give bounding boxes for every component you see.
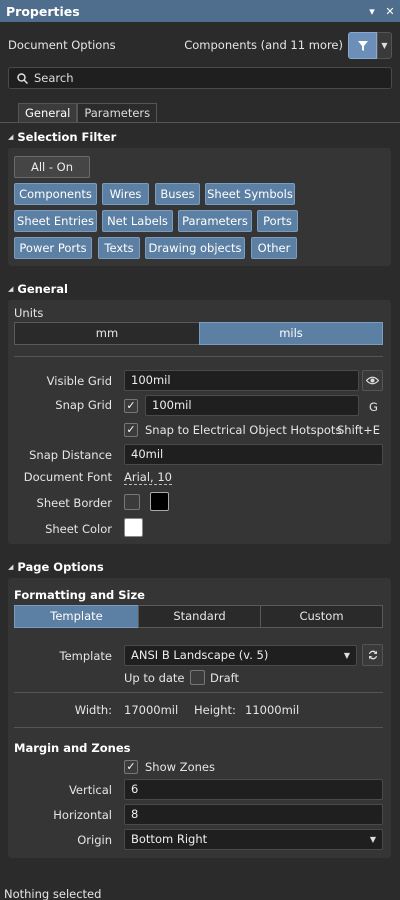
filter-chip-drawing-objects[interactable]: Drawing objects (145, 237, 245, 259)
units-label: Units (14, 306, 44, 320)
filter-dropdown-button[interactable]: ▼ (377, 32, 392, 59)
width-value: 17000mil (124, 703, 179, 717)
vertical-field[interactable]: 6 (124, 779, 383, 800)
tab-divider (0, 122, 400, 123)
eye-icon (366, 376, 379, 385)
selection-filter-title: Selection Filter (17, 130, 117, 144)
filter-chip-sheet-symbols[interactable]: Sheet Symbols (205, 183, 295, 205)
template-dropdown-value: ANSI B Landscape (v. 5) (131, 648, 269, 662)
template-label: Template (59, 649, 112, 663)
filter-chip-texts[interactable]: Texts (98, 237, 140, 259)
snap-grid-shortcut: G (369, 400, 378, 414)
snap-hotspots-checkbox[interactable]: ✓ (124, 423, 138, 437)
origin-dropdown-value: Bottom Right (131, 832, 208, 846)
checkmark-icon: ✓ (126, 760, 136, 773)
vertical-label: Vertical (68, 783, 112, 797)
height-label: Height: (194, 703, 236, 717)
selection-filter-header[interactable]: ◢ Selection Filter (8, 130, 116, 144)
collapse-triangle-icon: ◢ (8, 285, 14, 293)
search-icon (17, 72, 28, 84)
filter-chip-buses[interactable]: Buses (155, 183, 200, 205)
tab-general[interactable]: General (18, 103, 78, 122)
horizontal-label: Horizontal (53, 808, 112, 822)
panel-title: Properties (6, 3, 80, 19)
mode-standard-button[interactable]: Standard (138, 605, 261, 628)
filter-chip-other[interactable]: Other (251, 237, 297, 259)
sheet-color-label: Sheet Color (45, 522, 112, 536)
width-label: Width: (74, 703, 112, 717)
up-to-date-text: Up to date (124, 671, 185, 685)
units-mils-button[interactable]: mils (199, 322, 383, 345)
status-text: Nothing selected (4, 887, 102, 900)
snap-grid-field[interactable]: 100mil (145, 395, 359, 416)
sheet-border-color-swatch[interactable] (150, 492, 169, 511)
refresh-template-button[interactable] (362, 644, 383, 666)
snap-grid-checkbox[interactable]: ✓ (124, 399, 138, 413)
collapse-triangle-icon: ◢ (8, 563, 14, 571)
horizontal-field[interactable]: 8 (124, 804, 383, 825)
tab-parameters[interactable]: Parameters (77, 103, 158, 122)
origin-dropdown[interactable]: Bottom Right ▼ (124, 829, 383, 850)
filter-chip-sheet-entries[interactable]: Sheet Entries (14, 210, 97, 232)
visible-grid-label: Visible Grid (46, 374, 112, 388)
page-options-title: Page Options (17, 560, 104, 574)
snap-distance-field[interactable]: 40mil (124, 444, 383, 465)
components-filter-label: Components (and 11 more) (184, 38, 343, 52)
panel-titlebar: Properties ▾ ✕ (0, 0, 400, 22)
filter-chip-wires[interactable]: Wires (102, 183, 149, 205)
filter-icon (357, 40, 368, 51)
filter-button[interactable] (348, 32, 377, 59)
general-section-header[interactable]: ◢ General (8, 282, 68, 296)
document-font-label: Document Font (23, 470, 112, 484)
template-dropdown[interactable]: ANSI B Landscape (v. 5) ▼ (124, 645, 357, 666)
search-input[interactable] (34, 71, 374, 85)
height-value: 11000mil (245, 703, 300, 717)
tab-bar: General Parameters (18, 103, 158, 122)
snap-hotspots-shortcut: Shift+E (337, 423, 381, 437)
formatting-size-heading: Formatting and Size (14, 588, 145, 602)
snap-distance-label: Snap Distance (29, 448, 112, 462)
collapse-triangle-icon: ◢ (8, 133, 14, 141)
all-on-button[interactable]: All - On (14, 156, 90, 178)
draft-label: Draft (210, 671, 239, 685)
filter-chip-power-ports[interactable]: Power Ports (14, 237, 92, 259)
search-box[interactable] (8, 67, 392, 89)
pin-icon[interactable]: ▾ (364, 5, 380, 18)
chevron-down-icon: ▼ (343, 651, 350, 660)
sheet-color-swatch[interactable] (124, 518, 143, 537)
document-font-link[interactable]: Arial, 10 (124, 470, 172, 485)
page-options-header[interactable]: ◢ Page Options (8, 560, 104, 574)
sheet-border-checkbox[interactable] (124, 494, 140, 510)
snap-grid-label: Snap Grid (55, 398, 112, 412)
filter-chip-components[interactable]: Components (14, 183, 97, 205)
mode-custom-button[interactable]: Custom (260, 605, 383, 628)
visibility-toggle-button[interactable] (362, 370, 383, 391)
show-zones-label: Show Zones (145, 760, 215, 774)
section-divider (14, 692, 383, 693)
snap-hotspots-label: Snap to Electrical Object Hotspots (145, 423, 342, 437)
general-section-title: General (17, 282, 68, 296)
checkmark-icon: ✓ (126, 423, 136, 436)
draft-checkbox[interactable] (190, 670, 205, 685)
refresh-icon (368, 650, 377, 660)
units-mm-button[interactable]: mm (14, 322, 200, 345)
visible-grid-field[interactable]: 100mil (124, 370, 359, 391)
filter-chip-net-labels[interactable]: Net Labels (102, 210, 173, 232)
chevron-down-icon: ▼ (369, 835, 376, 844)
show-zones-checkbox[interactable]: ✓ (124, 760, 138, 774)
close-icon[interactable]: ✕ (382, 5, 398, 18)
margin-zones-heading: Margin and Zones (14, 741, 131, 755)
origin-label: Origin (77, 833, 112, 847)
section-divider (14, 727, 383, 728)
chevron-down-icon: ▼ (381, 41, 388, 50)
section-divider (14, 356, 383, 357)
mode-template-button[interactable]: Template (14, 605, 139, 628)
filter-chip-parameters[interactable]: Parameters (178, 210, 252, 232)
filter-chip-ports[interactable]: Ports (257, 210, 298, 232)
sheet-border-label: Sheet Border (36, 496, 112, 510)
document-options-label: Document Options (8, 38, 116, 52)
checkmark-icon: ✓ (126, 399, 136, 412)
